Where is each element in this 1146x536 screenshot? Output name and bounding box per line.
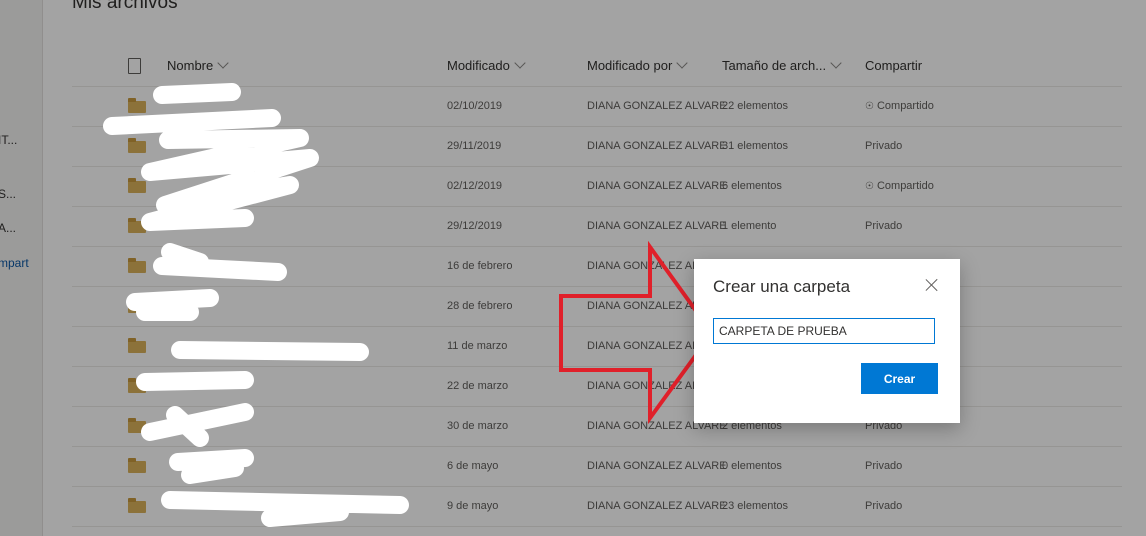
create-button[interactable]: Crear [861, 363, 938, 394]
folder-name-input[interactable] [713, 318, 935, 344]
modal-overlay[interactable] [0, 0, 1146, 536]
create-folder-dialog: Crear una carpeta Crear [694, 259, 960, 423]
dialog-title: Crear una carpeta [713, 277, 851, 296]
onedrive-window: IT... S... A... mpart Mis archivos Nombr… [0, 0, 1146, 536]
close-icon[interactable] [924, 277, 940, 293]
